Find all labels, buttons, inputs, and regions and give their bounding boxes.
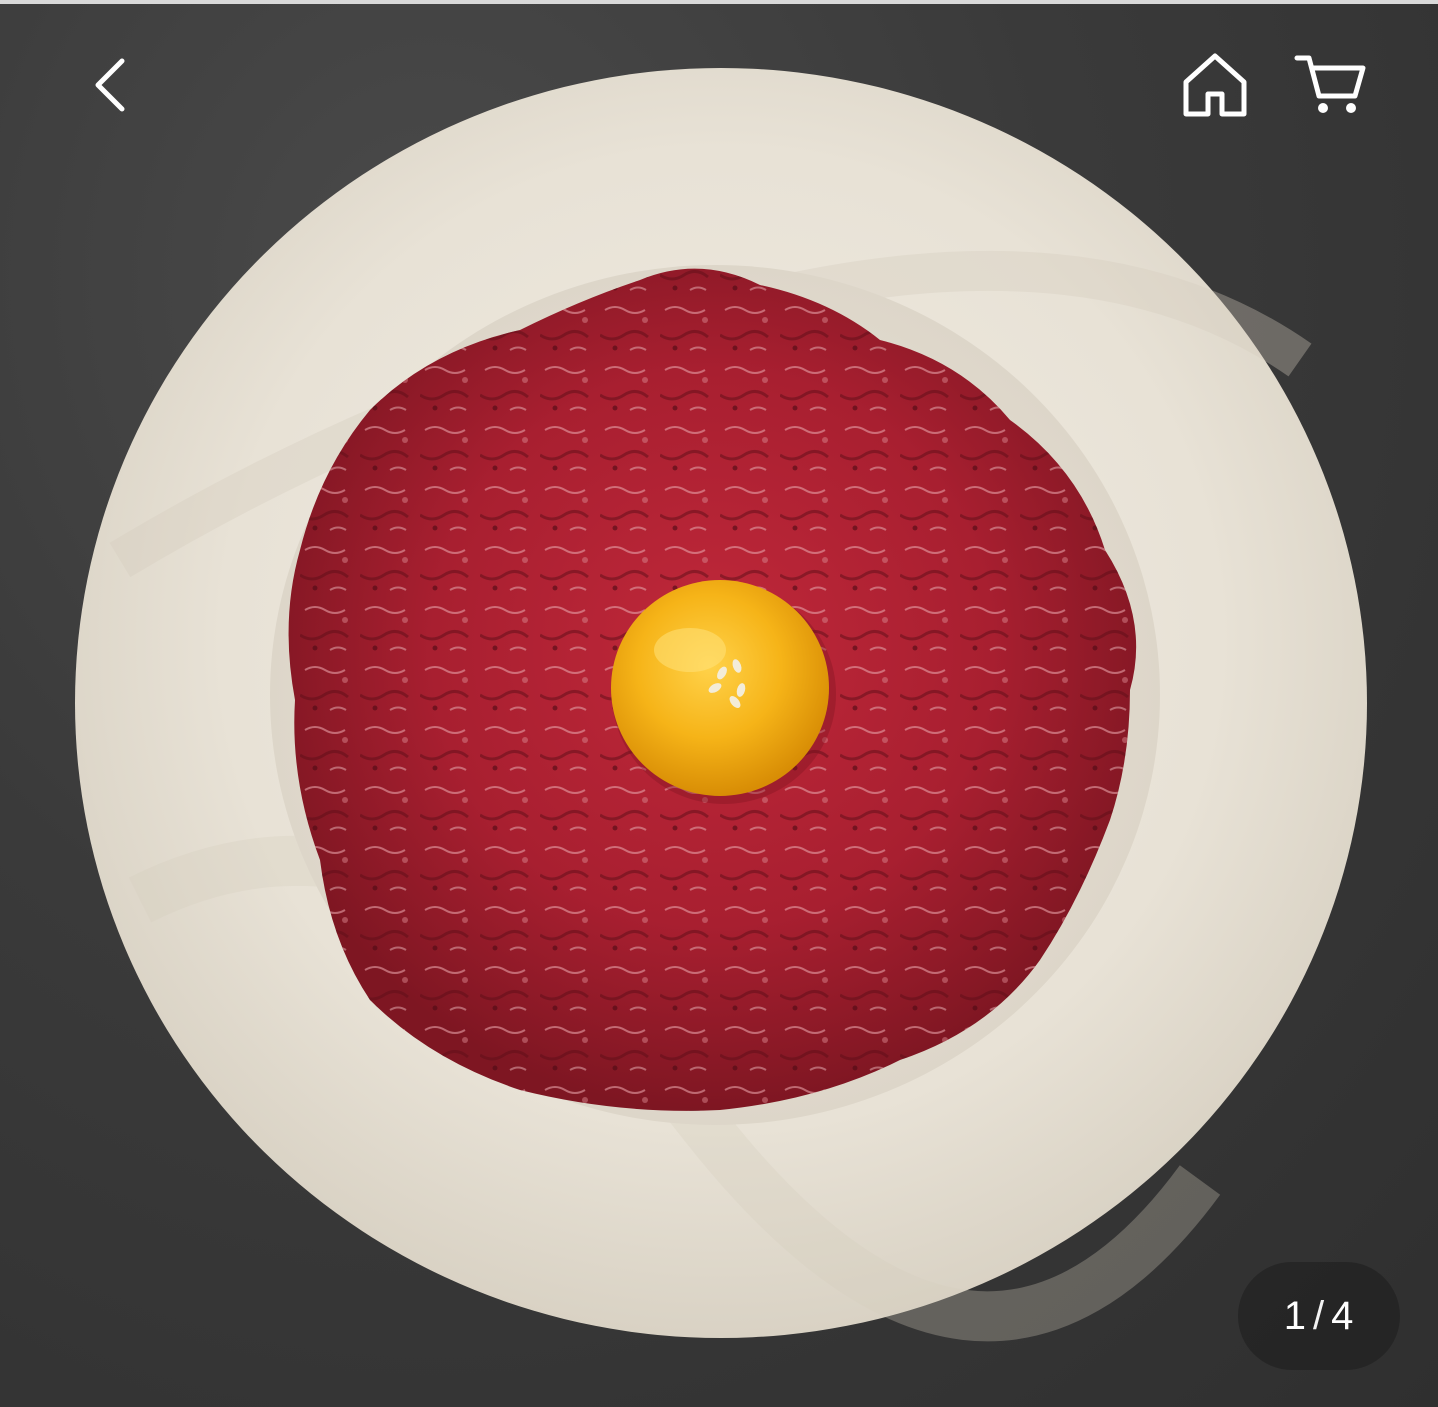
chevron-left-icon [95,58,125,112]
image-counter: 1 / 4 [1238,1262,1400,1370]
home-icon [1183,53,1247,117]
home-button[interactable] [1170,40,1260,130]
cart-button[interactable] [1285,40,1375,130]
back-button[interactable] [70,45,150,125]
current-index: 1 [1283,1293,1307,1338]
product-photo[interactable] [0,0,1438,1407]
cart-icon [1294,55,1366,113]
counter-separator: / [1312,1293,1326,1338]
image-viewer[interactable]: 1 / 4 [0,0,1438,1407]
total-count: 4 [1331,1293,1355,1338]
